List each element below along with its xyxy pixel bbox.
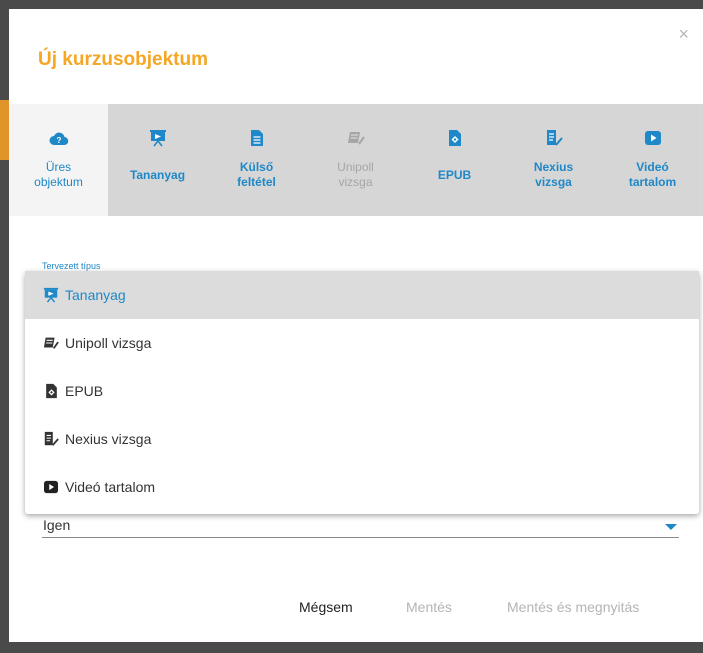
- tab-label: Tananyag: [129, 167, 186, 182]
- tab-video-content[interactable]: Videó tartalom: [603, 104, 702, 216]
- tab-empty-object[interactable]: ? Üres objektum: [9, 104, 108, 216]
- object-type-tabs: ? Üres objektum Tananyag Külső feltétel …: [9, 104, 703, 216]
- tab-epub[interactable]: EPUB: [405, 104, 504, 216]
- cancel-button[interactable]: Mégsem: [299, 599, 353, 615]
- presentation-icon: [43, 287, 59, 303]
- menu-item-label: Tananyag: [65, 287, 126, 303]
- chevron-down-icon[interactable]: [665, 524, 677, 530]
- background-accent: [0, 100, 9, 160]
- menu-item-video-content[interactable]: Videó tartalom: [25, 463, 699, 511]
- epub-icon: [448, 128, 462, 148]
- type-field-label: Tervezett típus: [42, 261, 101, 271]
- save-button[interactable]: Mentés: [406, 599, 452, 615]
- menu-item-epub[interactable]: EPUB: [25, 367, 699, 415]
- checklist-pen-icon: [545, 128, 563, 148]
- cloud-question-icon: ?: [49, 128, 69, 148]
- tab-label: Nexius vizsga: [533, 160, 574, 189]
- tab-nexius-exam[interactable]: Nexius vizsga: [504, 104, 603, 216]
- exam-pen-icon: [43, 335, 59, 351]
- tab-unipoll-exam[interactable]: Unipoll vizsga: [306, 104, 405, 216]
- menu-item-label: EPUB: [65, 383, 104, 399]
- menu-item-unipoll-exam[interactable]: Unipoll vizsga: [25, 319, 699, 367]
- video-play-icon: [644, 128, 662, 148]
- video-play-icon: [43, 479, 59, 495]
- select-value: Igen: [43, 517, 71, 533]
- tab-label: EPUB: [437, 167, 472, 182]
- tab-label: Videó tartalom: [628, 160, 677, 189]
- exam-pen-icon: [347, 128, 365, 148]
- epub-icon: [43, 383, 59, 399]
- close-icon[interactable]: ×: [678, 25, 689, 43]
- tab-label: Külső feltétel: [237, 160, 276, 189]
- dialog-title: Új kurzusobjektum: [38, 49, 208, 70]
- backdrop-bottom: [0, 642, 703, 653]
- menu-item-learning-material[interactable]: Tananyag: [25, 271, 699, 319]
- menu-item-label: Unipoll vizsga: [65, 335, 152, 351]
- menu-item-label: Videó tartalom: [65, 479, 156, 495]
- checklist-pen-icon: [43, 431, 59, 447]
- tab-learning-material[interactable]: Tananyag: [108, 104, 207, 216]
- svg-text:?: ?: [56, 136, 61, 145]
- tab-external-condition[interactable]: Külső feltétel: [207, 104, 306, 216]
- document-icon: [250, 128, 264, 148]
- type-dropdown-menu: Tananyag Unipoll vizsga EPUB Nexius vizs…: [25, 271, 699, 514]
- menu-item-nexius-exam[interactable]: Nexius vizsga: [25, 415, 699, 463]
- type-select[interactable]: Igen: [42, 514, 679, 538]
- save-and-open-button[interactable]: Mentés és megnyitás: [507, 599, 639, 615]
- menu-item-label: Nexius vizsga: [65, 431, 152, 447]
- presentation-icon: [149, 128, 167, 148]
- tab-label: Unipoll vizsga: [337, 160, 374, 189]
- tab-label: Üres objektum: [34, 160, 83, 189]
